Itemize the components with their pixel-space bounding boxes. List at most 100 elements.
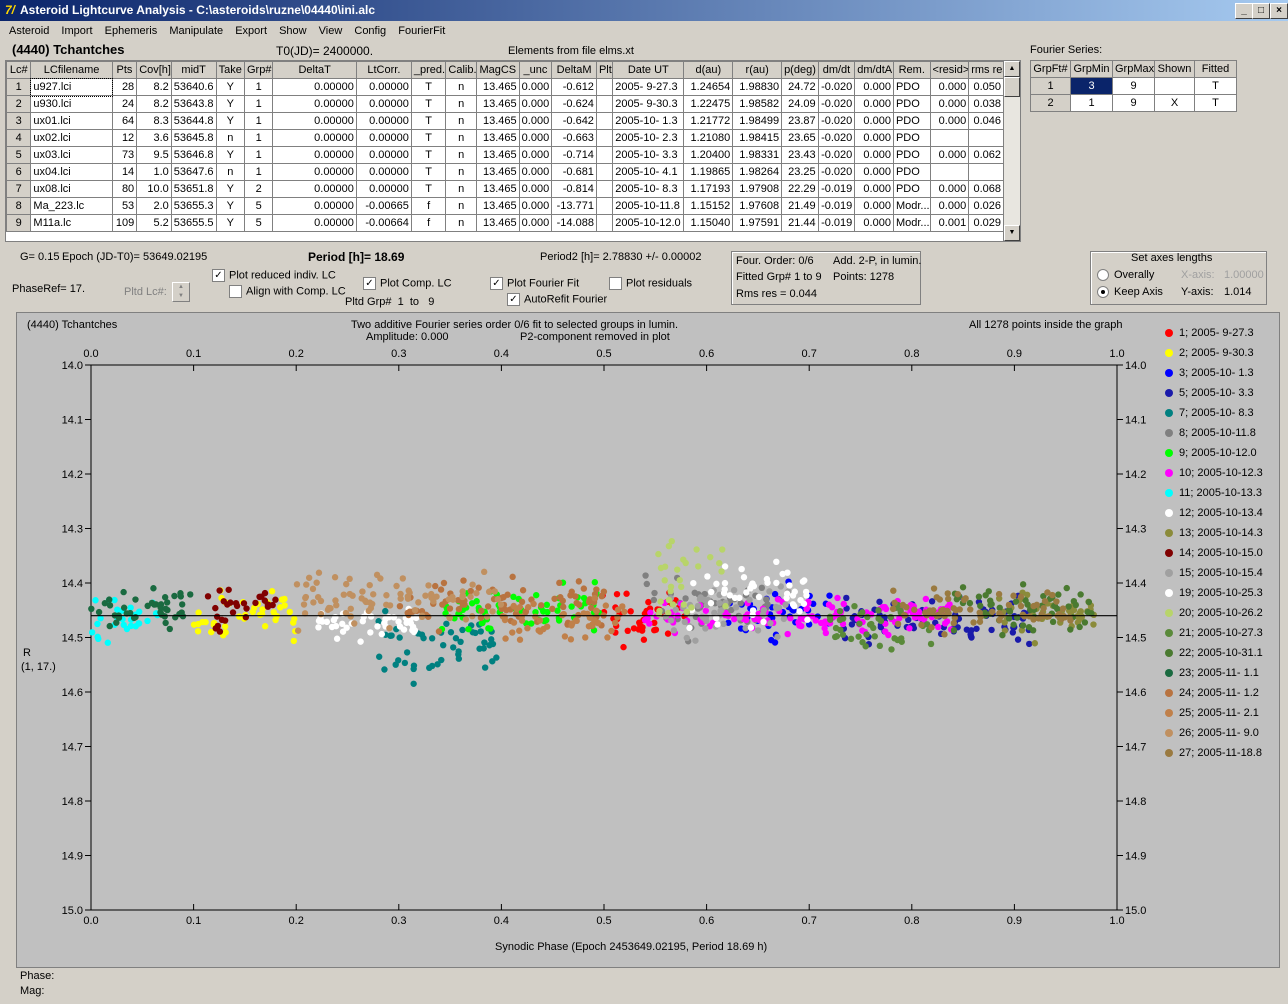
lc-cell[interactable]: 2005- 9-27.3 bbox=[612, 78, 685, 96]
lc-cell[interactable]: 13.465 bbox=[475, 163, 520, 181]
lc-cell[interactable]: 2005-10- 3.3 bbox=[612, 146, 685, 164]
lc-cell[interactable]: Modr... bbox=[892, 197, 931, 215]
grp-from-value[interactable]: 1 bbox=[398, 296, 404, 308]
lc-cell[interactable]: 10.0 bbox=[136, 180, 172, 198]
lc-cell[interactable]: Y bbox=[215, 197, 246, 215]
lc-cell[interactable]: -0.814 bbox=[551, 180, 597, 198]
fourier-col-header[interactable]: GrpMax bbox=[1112, 60, 1155, 78]
lc-cell[interactable]: Y bbox=[215, 214, 246, 232]
lc-col-header[interactable]: dm/dt bbox=[817, 61, 856, 79]
lc-cell[interactable]: 0.00000 bbox=[272, 129, 357, 147]
lc-cell[interactable]: 1.98582 bbox=[732, 95, 783, 113]
lc-cell[interactable]: 0.00000 bbox=[355, 112, 412, 130]
lc-cell[interactable]: 9.5 bbox=[136, 146, 172, 164]
close-button[interactable]: × bbox=[1270, 3, 1288, 19]
lc-col-header[interactable]: midT bbox=[170, 61, 217, 79]
lc-cell[interactable]: 0.000 bbox=[929, 112, 970, 130]
lc-cell[interactable]: -0.020 bbox=[817, 163, 856, 181]
lc-col-header[interactable]: dm/dtA bbox=[854, 61, 894, 79]
lc-cell[interactable]: 28 bbox=[111, 78, 138, 96]
lc-cell[interactable]: 0.00000 bbox=[355, 78, 412, 96]
lc-row-number[interactable]: 5 bbox=[6, 146, 32, 164]
lc-cell[interactable]: T bbox=[410, 112, 447, 130]
lc-cell[interactable]: 13.465 bbox=[475, 146, 520, 164]
lc-cell[interactable]: 0.029 bbox=[968, 214, 1004, 232]
lc-cell[interactable]: n bbox=[215, 129, 246, 147]
lc-cell[interactable]: 1.98264 bbox=[732, 163, 783, 181]
lc-cell[interactable]: -0.00664 bbox=[355, 214, 412, 232]
lc-cell[interactable]: ux01.lci bbox=[30, 112, 113, 130]
lc-cell[interactable]: PDO bbox=[892, 112, 931, 130]
plot-residuals-checkbox[interactable]: Plot residuals bbox=[609, 277, 692, 290]
lc-table-scrollbar[interactable]: ▲ ▼ bbox=[1003, 60, 1021, 242]
lc-cell[interactable]: -14.088 bbox=[551, 214, 597, 232]
lc-cell[interactable]: 0.00000 bbox=[272, 112, 357, 130]
lc-cell[interactable] bbox=[595, 95, 614, 113]
lc-cell[interactable]: Y bbox=[215, 112, 246, 130]
lc-cell[interactable]: 13.465 bbox=[475, 112, 520, 130]
lc-cell[interactable]: 0.000 bbox=[518, 95, 553, 113]
lc-cell[interactable]: -0.663 bbox=[551, 129, 597, 147]
lc-cell[interactable]: 0.00000 bbox=[272, 180, 357, 198]
lc-cell[interactable]: 13.465 bbox=[475, 129, 520, 147]
lc-cell[interactable]: 0.068 bbox=[968, 180, 1004, 198]
lc-row-number[interactable]: 2 bbox=[6, 95, 32, 113]
lc-cell[interactable]: 13.465 bbox=[475, 95, 520, 113]
lc-cell[interactable]: 53646.8 bbox=[170, 146, 217, 164]
lc-cell[interactable] bbox=[595, 78, 614, 96]
lc-cell[interactable]: -0.624 bbox=[551, 95, 597, 113]
lc-cell[interactable]: 2005- 9-30.3 bbox=[612, 95, 685, 113]
lc-col-header[interactable]: LCfilename bbox=[30, 61, 113, 79]
fourier-cell[interactable]: 9 bbox=[1112, 94, 1155, 112]
lc-cell[interactable]: u930.lci bbox=[30, 95, 113, 113]
fourier-cell[interactable]: T bbox=[1194, 77, 1237, 95]
lc-cell[interactable]: M11a.lc bbox=[30, 214, 113, 232]
lc-col-header[interactable]: p(deg) bbox=[781, 61, 819, 79]
lc-cell[interactable]: T bbox=[410, 180, 447, 198]
lc-cell[interactable]: 109 bbox=[111, 214, 138, 232]
fourier-table-row[interactable]: 139 T bbox=[1030, 77, 1237, 95]
fourier-row-number[interactable]: 1 bbox=[1030, 77, 1071, 95]
lc-cell[interactable]: 1.97608 bbox=[732, 197, 783, 215]
lc-cell[interactable]: u927.lci bbox=[29, 77, 114, 97]
scroll-thumb[interactable] bbox=[1004, 77, 1020, 97]
lc-cell[interactable]: 53655.5 bbox=[170, 214, 217, 232]
lc-cell[interactable]: -0.020 bbox=[817, 78, 856, 96]
lc-cell[interactable]: -0.019 bbox=[817, 197, 856, 215]
lc-cell[interactable]: ux03.lci bbox=[30, 146, 113, 164]
lc-cell[interactable]: 23.65 bbox=[781, 129, 819, 147]
lc-cell[interactable]: PDO bbox=[892, 180, 931, 198]
lc-cell[interactable]: 1 bbox=[243, 95, 274, 113]
lc-cell[interactable]: Y bbox=[215, 146, 246, 164]
lc-cell[interactable]: 0.000 bbox=[854, 163, 894, 181]
lc-col-header[interactable]: Grp# bbox=[243, 61, 274, 79]
lc-col-header[interactable]: r(au) bbox=[732, 61, 783, 79]
lc-cell[interactable]: 24.09 bbox=[781, 95, 819, 113]
lc-table-row[interactable]: 7 ux08.lci 80 10.0 53651.8 Y 2 0.00000 0.00000 Tn… bbox=[6, 180, 1004, 198]
lc-cell[interactable]: 1.20400 bbox=[683, 146, 734, 164]
keep-axis-radio[interactable]: Keep Axis bbox=[1097, 286, 1163, 299]
lc-cell[interactable]: 0.000 bbox=[854, 214, 894, 232]
lc-cell[interactable] bbox=[929, 129, 970, 147]
lc-cell[interactable]: -0.681 bbox=[551, 163, 597, 181]
fourier-col-header[interactable]: Fitted bbox=[1194, 60, 1237, 78]
lc-cell[interactable]: 0.050 bbox=[968, 78, 1004, 96]
lc-cell[interactable]: 53640.6 bbox=[170, 78, 217, 96]
lc-cell[interactable]: 0.00000 bbox=[272, 78, 357, 96]
menu-ephemeris[interactable]: Ephemeris bbox=[105, 23, 158, 39]
lc-cell[interactable]: ux08.lci bbox=[30, 180, 113, 198]
lc-cell[interactable]: 2 bbox=[243, 180, 274, 198]
lc-cell[interactable]: n bbox=[445, 112, 477, 130]
lc-cell[interactable]: 14 bbox=[111, 163, 138, 181]
lc-cell[interactable]: 64 bbox=[111, 112, 138, 130]
lc-cell[interactable]: n bbox=[445, 163, 477, 181]
lc-cell[interactable]: 0.00000 bbox=[355, 180, 412, 198]
lc-table-row[interactable]: 2 u930.lci 24 8.2 53643.8 Y 1 0.00000 0.00000 Tn 1… bbox=[6, 95, 1004, 113]
lc-cell[interactable] bbox=[595, 163, 614, 181]
lc-cell[interactable]: 2005-10-11.8 bbox=[612, 197, 685, 215]
lc-cell[interactable]: 53643.8 bbox=[170, 95, 217, 113]
menu-show[interactable]: Show bbox=[279, 23, 307, 39]
lc-cell[interactable]: Ma_223.lc bbox=[30, 197, 113, 215]
lc-col-header[interactable]: <resid> bbox=[929, 61, 970, 79]
lc-cell[interactable] bbox=[929, 163, 970, 181]
